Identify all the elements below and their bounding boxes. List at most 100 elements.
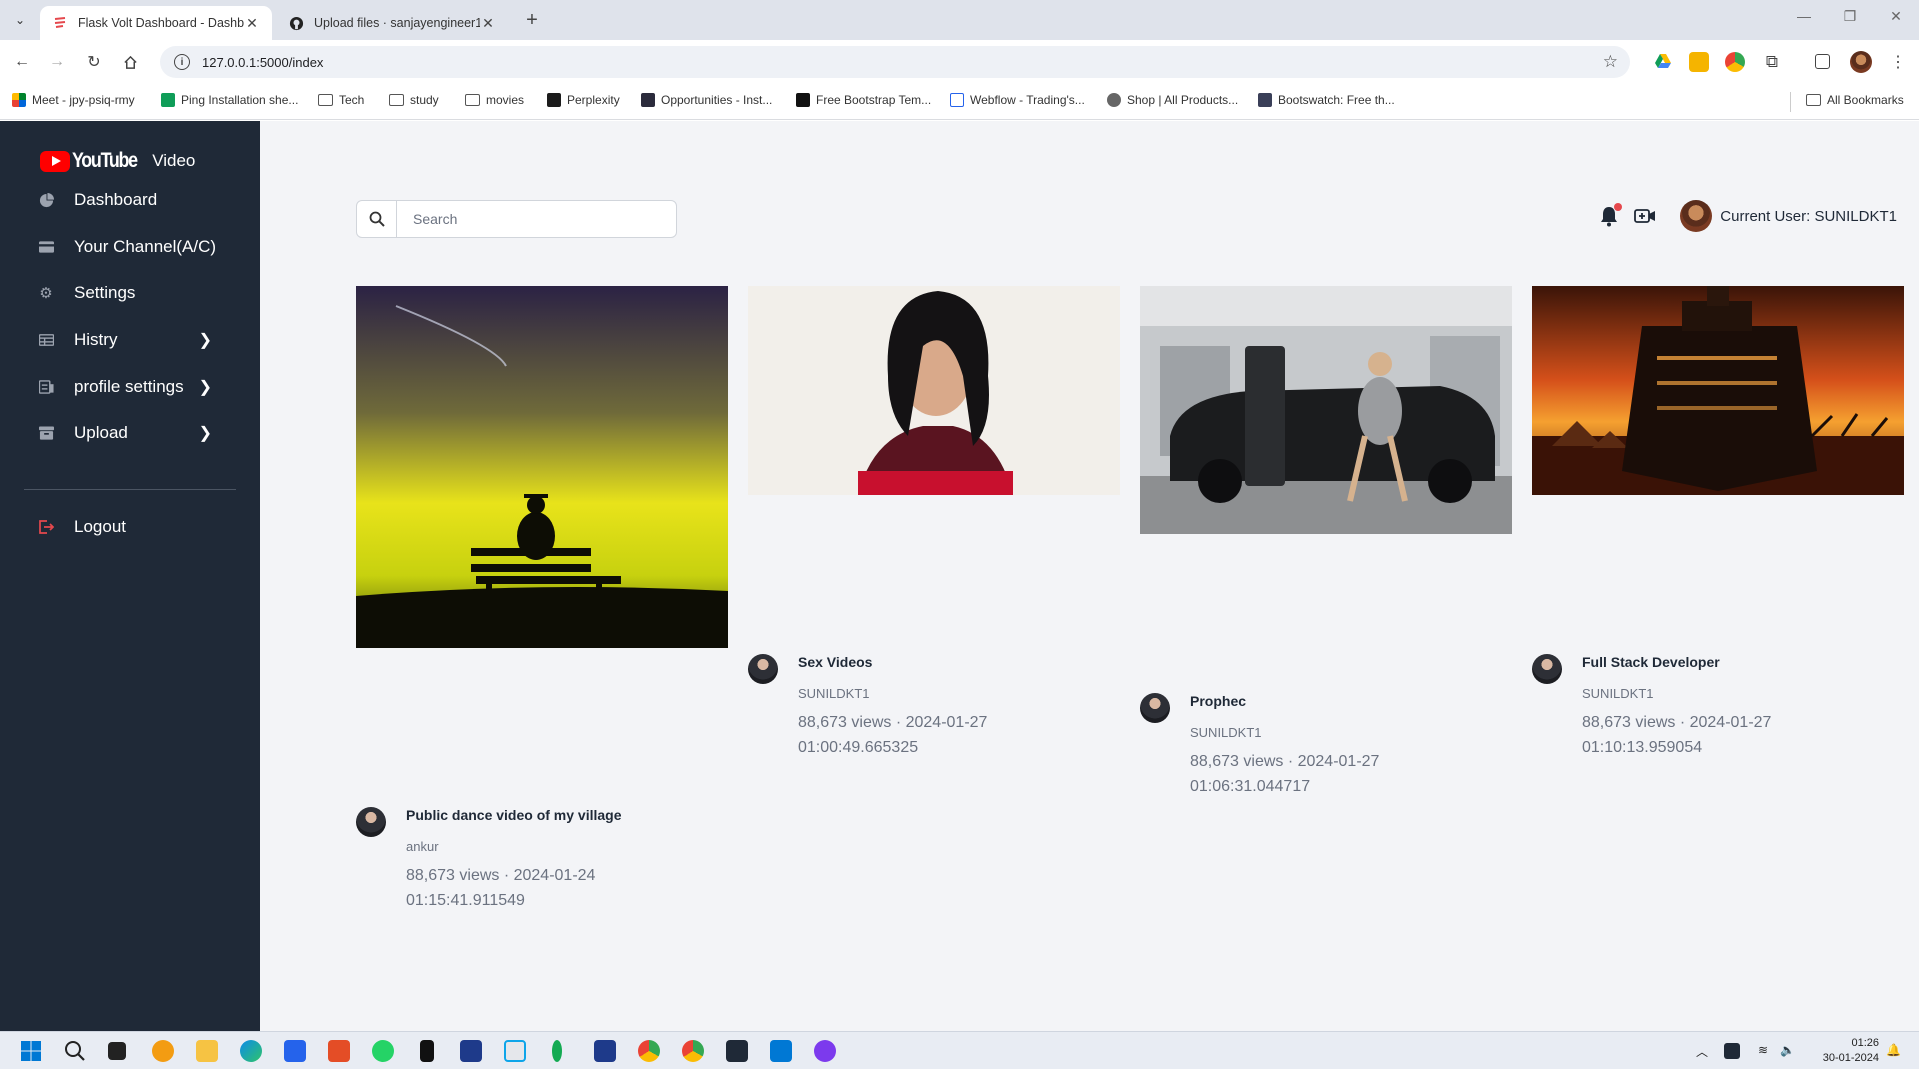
tab-flask-dashboard[interactable]: Flask Volt Dashboard - Dashbo ✕ [40,6,272,40]
video-thumbnail[interactable] [1532,286,1904,495]
chrome-icon[interactable] [682,1040,704,1062]
bookmark-item[interactable]: Shop | All Products... [1107,93,1238,107]
bookmark-item[interactable]: Webflow - Trading's... [950,93,1085,107]
bookmark-label: All Bookmarks [1827,93,1904,107]
back-icon[interactable]: ← [10,50,34,74]
youtube-logo-text: YouTube [72,149,138,172]
video-title[interactable]: Prophec [1190,693,1246,709]
channel-name[interactable]: ankur [406,839,439,854]
sidebar-item-label: Settings [74,283,136,302]
tab-search-chevron-icon[interactable]: ⌄ [8,8,32,32]
home-icon[interactable] [118,50,142,74]
channel-avatar[interactable] [356,807,386,837]
channel-avatar[interactable] [1532,654,1562,684]
logout-button[interactable]: Logout [38,512,228,542]
git-icon[interactable] [328,1040,350,1062]
youtube-play-icon [40,150,70,172]
bookmark-item[interactable]: Bootswatch: Free th... [1258,93,1395,107]
tab-github-upload[interactable]: Upload files · sanjayengineer12 ✕ [276,6,508,40]
sidebar-item-profile-settings[interactable]: profile settings ❯ [38,372,228,402]
bookmarks-bar: Meet - jpy-psiq-rmy Ping Installation sh… [0,84,1919,120]
channel-name[interactable]: SUNILDKT1 [1190,725,1262,740]
notification-bell-icon[interactable] [1598,203,1623,227]
reload-icon[interactable]: ↻ [82,50,106,74]
terminal-icon[interactable] [726,1040,748,1062]
flask-icon [52,15,68,31]
user-avatar[interactable] [1680,200,1713,232]
app-icon[interactable] [420,1040,434,1062]
tray-chevron-icon[interactable]: ︿ [1696,1043,1708,1060]
whatsapp-icon[interactable] [372,1040,394,1062]
notifications-icon[interactable]: 🔔 [1886,1043,1901,1057]
add-video-icon[interactable] [1634,205,1656,227]
forward-icon[interactable]: → [45,50,69,74]
app-icon[interactable] [594,1040,616,1062]
bookmark-folder[interactable]: study [389,93,439,107]
video-title[interactable]: Full Stack Developer [1582,654,1720,670]
volume-icon[interactable]: 🔈 [1780,1043,1795,1057]
sidebar-divider [24,489,236,490]
task-view-icon[interactable] [108,1042,126,1060]
bookmark-item[interactable]: Perplexity [547,93,620,107]
video-thumbnail[interactable] [1140,286,1512,534]
video-thumbnail[interactable] [748,286,1120,495]
file-explorer-icon[interactable] [196,1040,218,1062]
brand[interactable]: YouTube Video [40,149,195,173]
tray-app-icon[interactable] [1724,1043,1740,1059]
clock[interactable]: 01:26 30-01-2024 [1823,1036,1879,1066]
channel-name[interactable]: SUNILDKT1 [1582,686,1654,701]
google-drive-icon[interactable] [1654,52,1674,72]
site-info-icon[interactable]: i [174,54,190,70]
sidebar-item-histry[interactable]: Histry ❯ [38,325,228,355]
close-tab-icon[interactable]: ✕ [480,15,496,32]
bookmark-item[interactable]: Meet - jpy-psiq-rmy [12,93,135,107]
close-tab-icon[interactable]: ✕ [244,15,260,32]
bookmark-folder[interactable]: Tech [318,93,364,107]
channel-avatar[interactable] [1140,693,1170,723]
search-input[interactable] [397,201,667,237]
new-tab-button[interactable]: + [520,8,544,32]
sidebar-item-your-channel[interactable]: Your Channel(A/C) [38,232,228,262]
edge-icon[interactable] [240,1040,262,1062]
bootswatch-icon [1258,93,1272,107]
all-bookmarks-button[interactable]: All Bookmarks [1806,93,1904,107]
channel-avatar[interactable] [748,654,778,684]
app-icon[interactable] [152,1040,174,1062]
kebab-menu-icon[interactable]: ⋮ [1890,52,1906,72]
video-title[interactable]: Public dance video of my village [406,807,622,823]
windows-start-icon[interactable] [20,1040,42,1062]
video-title[interactable]: Sex Videos [798,654,872,670]
folder-icon [318,94,333,106]
side-panel-icon[interactable] [1815,54,1830,69]
bookmark-folder[interactable]: movies [465,93,524,107]
bookmark-item[interactable]: Opportunities - Inst... [641,93,772,107]
chrome-icon[interactable] [638,1040,660,1062]
extension-icon[interactable] [1725,52,1745,72]
bookmark-item[interactable]: Free Bootstrap Tem... [796,93,931,107]
search-icon[interactable] [357,201,397,237]
video-thumbnail[interactable] [356,286,728,648]
store-icon[interactable] [284,1040,306,1062]
search-icon[interactable] [64,1040,86,1062]
channel-name[interactable]: SUNILDKT1 [798,686,870,701]
minimize-icon[interactable]: — [1784,8,1824,24]
app-icon[interactable] [460,1040,482,1062]
address-bar[interactable]: i 127.0.0.1:5000/index ☆ [160,46,1630,78]
restore-icon[interactable]: ❐ [1830,8,1870,25]
wifi-icon[interactable]: ≋ [1758,1043,1768,1057]
vscode-icon[interactable] [770,1040,792,1062]
sidebar-item-settings[interactable]: ⚙ Settings [38,278,228,308]
bookmark-label: movies [486,93,525,107]
github-icon [288,15,304,31]
github-desktop-icon[interactable] [814,1040,836,1062]
bookmark-item[interactable]: Ping Installation she... [161,93,298,107]
bookmark-star-icon[interactable]: ☆ [1603,52,1618,72]
snipping-tool-icon[interactable] [504,1040,526,1062]
sidebar-item-dashboard[interactable]: Dashboard [38,185,228,215]
mongodb-icon[interactable] [552,1040,562,1062]
sidebar-item-upload[interactable]: Upload ❯ [38,418,228,448]
profile-avatar-icon[interactable] [1850,51,1872,73]
close-window-icon[interactable]: ✕ [1876,8,1916,25]
puzzle-extensions-icon[interactable]: ⧉ [1762,52,1782,72]
folder-extension-icon[interactable] [1689,52,1709,72]
